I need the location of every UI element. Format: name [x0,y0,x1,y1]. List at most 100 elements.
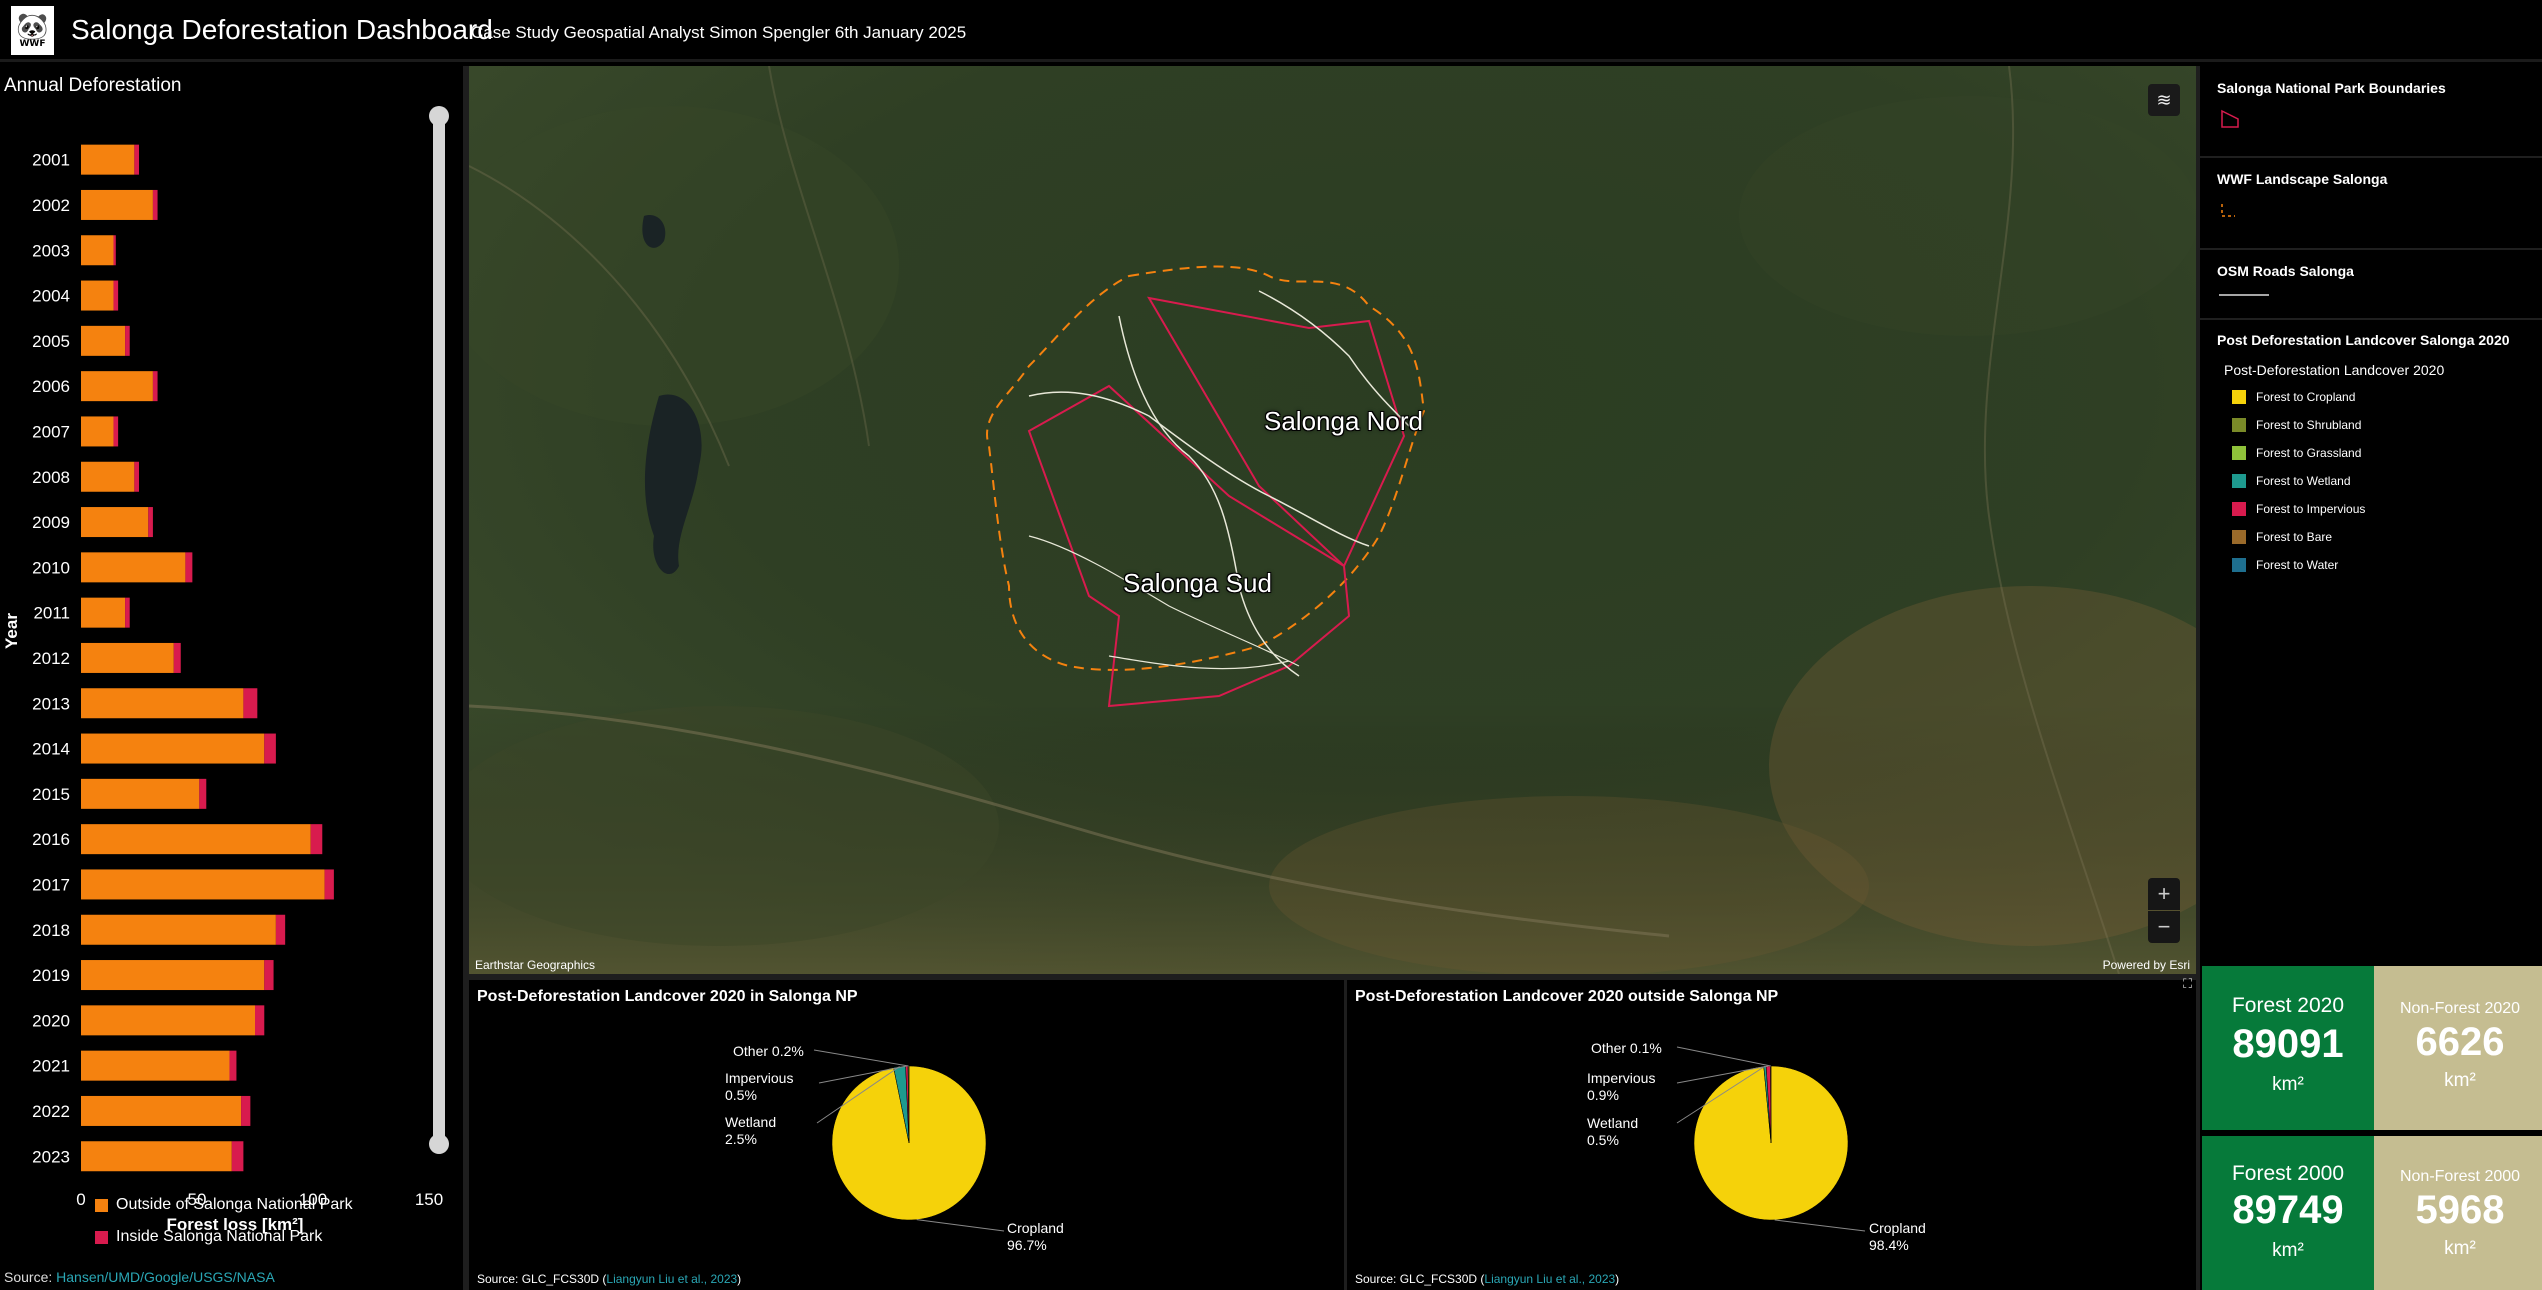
stat-unit: km² [2444,1070,2476,1091]
bar-inside[interactable] [324,869,334,900]
bar-inside[interactable] [185,552,193,583]
y-tick-label: 2019 [32,966,70,985]
bar-outside[interactable] [81,733,265,764]
stat-label: Forest 2020 [2231,994,2345,1017]
map-view[interactable]: Salonga Nord Salonga Sud ≋ + − Earthstar… [469,66,2196,974]
legend-section-title: Salonga National Park Boundaries [2217,80,2446,96]
stat-value: 6626 [2415,1020,2505,1064]
bar-inside[interactable] [152,189,158,220]
scrollbar-handle-top[interactable] [429,106,449,126]
source-link[interactable]: Liangyun Liu et al., 2023 [606,1272,737,1286]
map-attribution: Earthstar Geographics Powered by Esri [469,956,2196,974]
bar-outside[interactable] [81,461,135,492]
bar-outside[interactable] [81,189,153,220]
bar-inside[interactable] [148,507,153,538]
pie-leader-line [1774,1219,1866,1232]
bar-inside[interactable] [264,960,274,991]
bar-inside[interactable] [275,914,286,945]
bar-outside[interactable] [81,688,244,719]
bar-outside[interactable] [81,824,311,855]
pie-leader-line [813,1049,909,1067]
legend-section-title: Post Deforestation Landcover Salonga 202… [2217,332,2510,348]
landcover-swatch [2232,390,2246,404]
y-tick-label: 2002 [32,196,70,215]
bar-inside[interactable] [125,597,130,628]
bar-outside[interactable] [81,1050,230,1081]
expand-icon[interactable]: ⛶ [2183,976,2192,992]
bar-outside[interactable] [81,869,325,900]
bar-inside[interactable] [241,1095,251,1126]
bar-outside[interactable] [81,1095,242,1126]
map-label-salonga-nord: Salonga Nord [1264,406,1423,436]
stat-nonforest-2000: Non-Forest 2000 5968 km² [2374,1136,2542,1290]
bar-inside[interactable] [199,778,207,809]
bar-outside[interactable] [81,235,114,266]
zoom-out-button[interactable]: − [2148,911,2180,943]
zoom-in-button[interactable]: + [2148,878,2180,910]
bar-outside[interactable] [81,144,135,175]
bar-inside[interactable] [231,1141,244,1172]
bar-outside[interactable] [81,371,153,402]
map-legend-panel: Salonga National Park Boundaries WWF Lan… [2200,66,2542,961]
y-axis-label: Year [2,613,21,649]
salonga-park-layers[interactable] [469,66,2196,974]
bar-outside[interactable] [81,1005,255,1036]
bar-outside[interactable] [81,507,149,538]
bar-inside[interactable] [243,688,258,719]
bar-inside[interactable] [152,371,158,402]
bar-inside[interactable] [134,461,139,492]
chart-source: Source: Hansen/UMD/Google/USGS/NASA [4,1269,275,1285]
pie-label-impervious: Impervious 0.5% [725,1070,794,1103]
bar-inside[interactable] [125,325,130,356]
attribution-esri[interactable]: Powered by Esri [2103,958,2190,972]
bar-inside[interactable] [113,235,116,266]
bar-outside[interactable] [81,1141,232,1172]
layers-button[interactable]: ≋ [2148,84,2180,116]
bar-outside[interactable] [81,552,186,583]
y-tick-label: 2017 [32,875,70,894]
bar-inside[interactable] [264,733,276,764]
bar-inside[interactable] [255,1005,265,1036]
legend-item-outside[interactable]: Outside of Salonga National Park [95,1196,353,1214]
pie-label-impervious: Impervious 0.9% [1587,1070,1656,1103]
y-tick-label: 2003 [32,241,70,260]
y-tick-label: 2011 [33,604,70,623]
landcover-swatch [2232,418,2246,432]
bar-outside[interactable] [81,914,276,945]
dashed-polygon-symbol-icon [2221,204,2235,217]
bar-inside[interactable] [310,824,323,855]
chart-scrollbar[interactable] [433,114,445,1144]
bar-outside[interactable] [81,642,174,673]
bar-outside[interactable] [81,325,126,356]
y-tick-label: 2016 [32,830,70,849]
bar-inside[interactable] [173,642,181,673]
legend-section-title: WWF Landscape Salonga [2217,171,2388,187]
bar-outside[interactable] [81,597,126,628]
app-title: Salonga Deforestation Dashboard [71,14,493,45]
bar-outside[interactable] [81,416,114,447]
landcover-swatch [2232,502,2246,516]
legend-item-inside[interactable]: Inside Salonga National Park [95,1228,322,1246]
bar-inside[interactable] [113,280,119,311]
landcover-swatch [2232,558,2246,572]
scrollbar-handle-bottom[interactable] [429,1134,449,1154]
source-link[interactable]: Liangyun Liu et al., 2023 [1484,1272,1615,1286]
bar-inside[interactable] [134,144,139,175]
bar-outside[interactable] [81,778,200,809]
pie-chart-inside [813,1049,1005,1232]
bar-outside[interactable] [81,280,114,311]
stat-label: Non-Forest 2020 [2399,1000,2521,1017]
landcover-label: Forest to Water [2256,558,2339,572]
legend-section-osm-roads: OSM Roads Salonga [2200,250,2542,320]
bar-inside[interactable] [113,416,119,447]
bar-outside[interactable] [81,960,265,991]
bar-inside[interactable] [229,1050,237,1081]
stat-forest-2000: Forest 2000 89749 km² [2202,1136,2374,1290]
annual-deforestation-panel: Annual Deforestation 2001 2002 2003 2004 200… [0,66,463,1290]
landcover-label: Forest to Wetland [2256,474,2351,488]
pie-leader-line [916,1219,1005,1232]
landcover-label: Forest to Impervious [2256,502,2366,516]
road [1028,535,1300,667]
source-link[interactable]: Hansen/UMD/Google/USGS/NASA [56,1269,275,1285]
landcover-label: Forest to Cropland [2256,390,2356,404]
